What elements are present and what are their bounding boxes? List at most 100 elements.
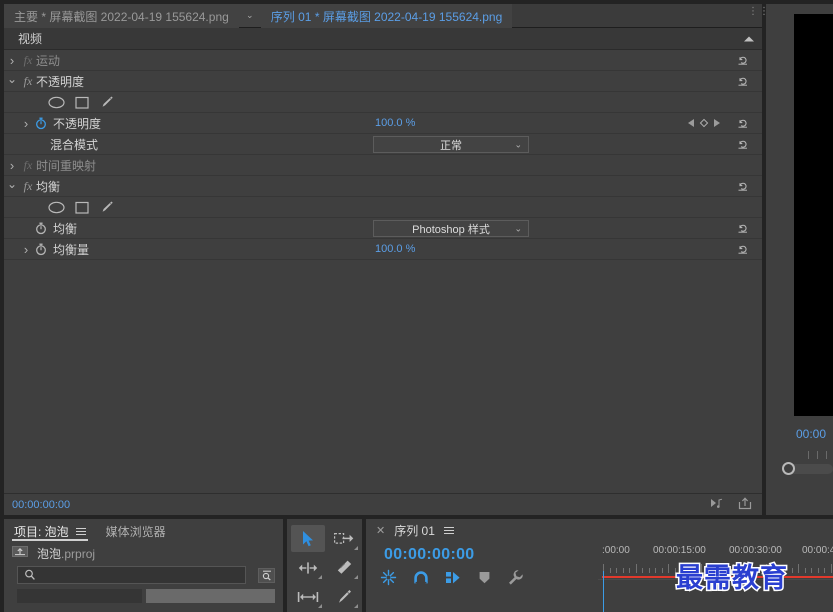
pen-mask-icon[interactable] xyxy=(99,200,114,214)
property-row-blend-mode[interactable]: 混合模式 正常 ⌄ xyxy=(4,134,762,155)
play-audio-icon[interactable] xyxy=(710,497,724,512)
pen-tool[interactable] xyxy=(327,583,361,610)
bin-scrollbar[interactable] xyxy=(146,589,275,603)
rectangle-mask-icon[interactable] xyxy=(75,201,89,214)
search-icon xyxy=(25,569,35,580)
project-file-row[interactable]: 泡泡.prproj xyxy=(4,543,283,563)
project-file-name: 泡泡.prproj xyxy=(37,545,95,562)
reset-icon[interactable] xyxy=(736,116,750,130)
effect-row-equalize[interactable]: fx 均衡 xyxy=(4,176,762,197)
effect-label-opacity: 不透明度 xyxy=(36,74,85,89)
snap-playhead-icon[interactable] xyxy=(380,569,397,589)
timeline-tabbar: ✕ 序列 01 xyxy=(366,519,833,541)
tab-project[interactable]: 项目: 泡泡 xyxy=(12,519,88,543)
chevron-right-icon[interactable] xyxy=(4,54,20,67)
project-search-row xyxy=(4,563,283,584)
chevron-down-icon[interactable] xyxy=(4,75,20,87)
ellipse-mask-icon[interactable] xyxy=(48,96,65,109)
bin-column-name[interactable] xyxy=(17,589,142,603)
effect-row-time-remapping[interactable]: fx 时间重映射 xyxy=(4,155,762,176)
effect-controls-timecode[interactable]: 00:00:00:00 xyxy=(12,499,70,511)
reset-icon[interactable] xyxy=(736,179,750,193)
panel-menu-icon[interactable] xyxy=(443,526,454,534)
effect-row-opacity[interactable]: fx 不透明度 xyxy=(4,71,762,92)
project-ext-text: .prproj xyxy=(61,546,96,561)
chevron-down-icon: ⌄ xyxy=(514,223,522,233)
property-row-opacity-value[interactable]: 不透明度 100.0 % xyxy=(4,113,762,134)
video-section-label: 视频 xyxy=(18,32,43,46)
program-monitor-video[interactable] xyxy=(794,14,833,416)
effect-controls-panel: 主要 * 屏幕截图 2022-04-19 155624.png ⌄ 序列 01 … xyxy=(4,4,769,515)
chevron-right-icon[interactable] xyxy=(4,159,20,172)
ruler-label-2: 00:00:30:00 xyxy=(729,545,782,556)
reset-icon[interactable] xyxy=(736,221,750,235)
effect-row-motion[interactable]: fx 运动 xyxy=(4,50,762,71)
property-label-opacity: 不透明度 xyxy=(53,116,102,131)
reset-icon[interactable] xyxy=(736,74,750,88)
program-monitor-timecode[interactable]: 00:00 xyxy=(796,427,826,441)
ellipse-mask-icon[interactable] xyxy=(48,201,65,214)
chevron-down-icon[interactable]: ⌄ xyxy=(238,4,261,27)
tools-panel xyxy=(287,519,362,612)
project-up-icon[interactable] xyxy=(12,545,29,561)
panel-menu-icon[interactable]: ⋮⋮ xyxy=(748,7,769,21)
collapse-triangle-icon[interactable] xyxy=(744,36,754,41)
track-select-forward-tool[interactable] xyxy=(327,525,361,552)
tab-effect-controls[interactable]: 序列 01 * 屏幕截图 2022-04-19 155624.png xyxy=(260,4,513,28)
add-keyframe-icon[interactable] xyxy=(699,118,709,128)
effect-label-time-remapping: 时间重映射 xyxy=(36,158,97,173)
ripple-edit-tool[interactable] xyxy=(291,554,325,581)
stopwatch-icon[interactable] xyxy=(34,221,48,235)
video-section-header[interactable]: 视频 xyxy=(4,28,762,50)
property-row-equalize-type[interactable]: 均衡 Photoshop 样式 ⌄ xyxy=(4,218,762,239)
chevron-right-icon[interactable] xyxy=(18,243,34,256)
property-row-equalize-amount[interactable]: 均衡量 100.0 % xyxy=(4,239,762,260)
timeline-timecode[interactable]: 00:00:00:00 xyxy=(384,546,474,564)
program-monitor-ruler[interactable] xyxy=(792,449,833,462)
previous-keyframe-icon[interactable] xyxy=(688,119,694,127)
tab-source-clip-label: 主要 * 屏幕截图 2022-04-19 155624.png xyxy=(14,9,229,24)
export-frame-icon[interactable] xyxy=(738,496,752,513)
effect-label-motion: 运动 xyxy=(36,53,61,68)
program-monitor-panel: 00:00 xyxy=(766,4,833,515)
tab-effect-controls-label: 序列 01 * 屏幕截图 2022-04-19 155624.png xyxy=(270,9,503,24)
chevron-down-icon: ⌄ xyxy=(514,139,522,149)
selection-tool[interactable] xyxy=(291,525,325,552)
rectangle-mask-icon[interactable] xyxy=(75,96,89,109)
blend-mode-dropdown[interactable]: 正常 ⌄ xyxy=(373,136,529,153)
timeline-button-row xyxy=(380,569,524,589)
tab-source-clip[interactable]: 主要 * 屏幕截图 2022-04-19 155624.png xyxy=(4,4,239,28)
reset-icon[interactable] xyxy=(736,53,750,67)
linked-selection-icon[interactable] xyxy=(445,570,462,589)
tab-media-browser[interactable]: 媒体浏览器 xyxy=(106,519,166,543)
panel-menu-icon[interactable] xyxy=(75,527,86,535)
search-input[interactable] xyxy=(17,566,246,584)
chevron-down-icon[interactable] xyxy=(4,180,20,192)
project-bin-list[interactable] xyxy=(17,589,275,603)
magnet-icon[interactable] xyxy=(413,570,429,589)
stopwatch-icon-active[interactable] xyxy=(34,116,48,130)
tool-flyout-indicator xyxy=(318,575,322,579)
playhead-icon[interactable] xyxy=(800,449,809,461)
chevron-right-icon[interactable] xyxy=(18,117,34,130)
tab-media-browser-label: 媒体浏览器 xyxy=(105,524,166,539)
reset-icon[interactable] xyxy=(736,242,750,256)
opacity-number: 100.0 xyxy=(375,117,403,129)
wrench-icon[interactable] xyxy=(507,569,524,589)
marker-icon[interactable] xyxy=(478,570,491,588)
tool-flyout-indicator xyxy=(354,604,358,608)
slip-tool[interactable] xyxy=(291,583,325,610)
zoom-handle-icon[interactable] xyxy=(782,462,795,475)
timeline-tab-label[interactable]: 序列 01 xyxy=(394,522,435,539)
effect-controls-footer: 00:00:00:00 xyxy=(4,493,762,515)
property-value-opacity[interactable]: 100.0 % xyxy=(375,117,415,129)
razor-tool[interactable] xyxy=(327,554,361,581)
close-icon[interactable]: ✕ xyxy=(376,524,385,537)
next-keyframe-icon[interactable] xyxy=(714,119,720,127)
equalize-type-dropdown[interactable]: Photoshop 样式 ⌄ xyxy=(373,220,529,237)
property-value-equalize-amount[interactable]: 100.0 % xyxy=(375,243,415,255)
stopwatch-icon[interactable] xyxy=(34,242,48,256)
find-icon[interactable] xyxy=(258,567,275,583)
reset-icon[interactable] xyxy=(736,137,750,151)
pen-mask-icon[interactable] xyxy=(99,95,114,109)
